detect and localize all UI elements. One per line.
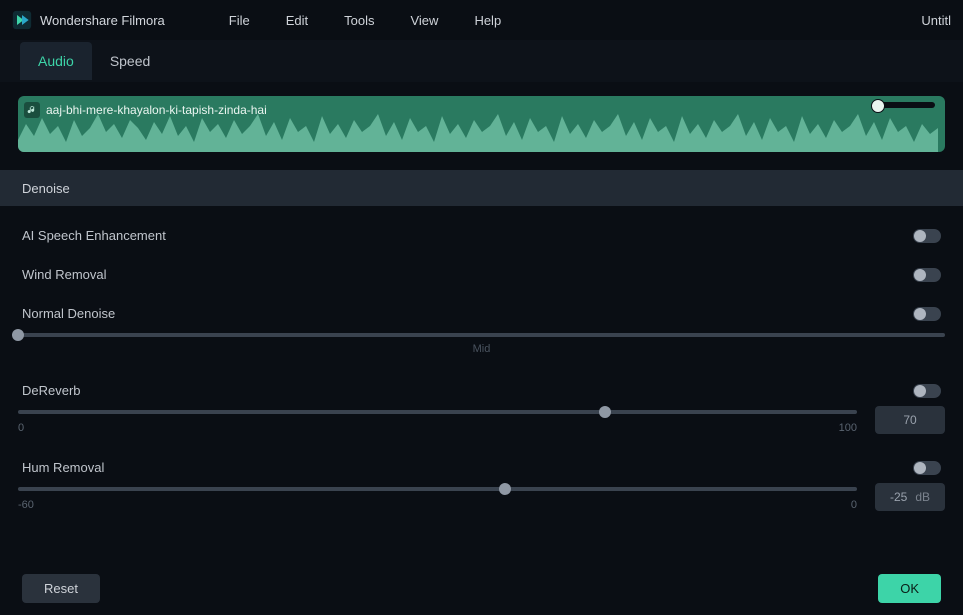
slider-thumb[interactable]	[12, 329, 24, 341]
range-max: 0	[851, 499, 857, 511]
music-note-icon	[24, 102, 40, 118]
menubar: Wondershare Filmora File Edit Tools View…	[0, 0, 963, 40]
clip-fade-handle[interactable]	[875, 102, 935, 108]
label-ai-speech: AI Speech Enhancement	[22, 228, 166, 243]
label-normal-denoise: Normal Denoise	[22, 306, 115, 321]
menu-view[interactable]: View	[392, 9, 456, 32]
value-hum[interactable]: -25 dB	[875, 483, 945, 511]
slider-hum-removal: -60 0 -25 dB	[18, 481, 945, 511]
clip-header: aaj-bhi-mere-khayalon-ki-tapish-zinda-ha…	[24, 102, 267, 118]
range-max: 100	[839, 422, 857, 434]
menu-help[interactable]: Help	[456, 9, 519, 32]
app-logo-icon	[12, 10, 32, 30]
menu-edit[interactable]: Edit	[268, 9, 326, 32]
value-number: 70	[903, 413, 916, 427]
slider-thumb[interactable]	[599, 406, 611, 418]
row-normal-denoise: Normal Denoise	[18, 294, 945, 327]
tab-speed[interactable]: Speed	[92, 42, 168, 80]
footer: Reset OK	[0, 561, 963, 615]
range-min: 0	[18, 422, 24, 434]
audio-clip[interactable]: aaj-bhi-mere-khayalon-ki-tapish-zinda-ha…	[18, 96, 945, 152]
menu-file[interactable]: File	[211, 9, 268, 32]
label-hum-removal: Hum Removal	[22, 460, 104, 475]
clip-name: aaj-bhi-mere-khayalon-ki-tapish-zinda-ha…	[46, 103, 267, 117]
value-unit: dB	[915, 490, 930, 504]
slider-normal-denoise[interactable]: Mid	[18, 327, 945, 357]
row-ai-speech: AI Speech Enhancement	[18, 216, 945, 249]
toggle-normal-denoise[interactable]	[913, 307, 941, 321]
toggle-wind-removal[interactable]	[913, 268, 941, 282]
slider-ticks: Mid	[18, 343, 945, 355]
label-dereverb: DeReverb	[22, 383, 81, 398]
tab-label: Speed	[110, 53, 150, 69]
range-min: -60	[18, 499, 34, 511]
row-wind-removal: Wind Removal	[18, 255, 945, 288]
label-wind-removal: Wind Removal	[22, 267, 107, 282]
slider-dereverb: 0 100 70	[18, 404, 945, 434]
section-title-label: Denoise	[22, 181, 70, 196]
row-dereverb: DeReverb	[18, 371, 945, 404]
document-title: Untitl	[921, 13, 951, 28]
toggle-ai-speech[interactable]	[913, 229, 941, 243]
section-title-denoise: Denoise	[0, 170, 963, 206]
tab-bar: Audio Speed	[0, 40, 963, 82]
slider-dereverb-track[interactable]	[18, 404, 857, 416]
tab-label: Audio	[38, 53, 74, 69]
ok-button[interactable]: OK	[878, 574, 941, 603]
tab-audio[interactable]: Audio	[20, 42, 92, 80]
toggle-hum-removal[interactable]	[913, 461, 941, 475]
value-dereverb[interactable]: 70	[875, 406, 945, 434]
slider-range: -60 0	[18, 499, 857, 511]
reset-button[interactable]: Reset	[22, 574, 100, 603]
value-number: -25	[890, 490, 907, 504]
slider-thumb[interactable]	[499, 483, 511, 495]
slider-hum-track[interactable]	[18, 481, 857, 493]
tick-mid: Mid	[473, 343, 491, 355]
row-hum-removal: Hum Removal	[18, 448, 945, 481]
app-name: Wondershare Filmora	[40, 13, 165, 28]
menu-tools[interactable]: Tools	[326, 9, 392, 32]
slider-range: 0 100	[18, 422, 857, 434]
toggle-dereverb[interactable]	[913, 384, 941, 398]
